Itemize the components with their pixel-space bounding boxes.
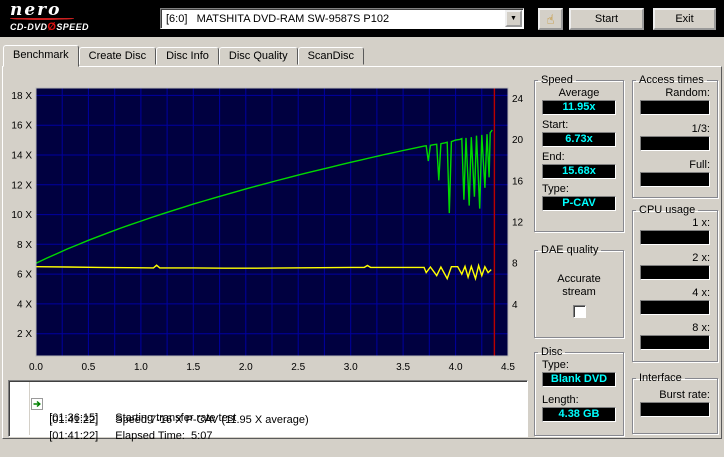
svg-text:4.0: 4.0 xyxy=(449,362,463,373)
burst-rate-label: Burst rate: xyxy=(659,389,710,401)
svg-text:24: 24 xyxy=(512,94,524,105)
nero-logo-subtitle: CD-DVDØSPEED xyxy=(10,21,89,33)
log-entry: [01:41:22] Speed:7-16 X P-CAV (11.95 X av… xyxy=(9,399,527,426)
end-speed-label: End: xyxy=(542,151,565,163)
drive-selector[interactable]: [6:0] MATSHITA DVD-RAM SW-9587S P102 ▼ xyxy=(160,8,524,29)
svg-text:4 X: 4 X xyxy=(17,299,32,310)
speed-type-value: P-CAV xyxy=(542,196,616,211)
svg-text:0.0: 0.0 xyxy=(29,362,43,373)
average-speed-value: 11.95x xyxy=(542,100,616,115)
svg-text:6 X: 6 X xyxy=(17,270,32,281)
svg-text:3.5: 3.5 xyxy=(396,362,410,373)
cpu-usage-panel-title: CPU usage xyxy=(639,204,696,216)
svg-text:12 X: 12 X xyxy=(11,180,32,191)
access-times-panel-title: Access times xyxy=(639,74,704,86)
disc-panel: Disc Type: Blank DVD Length: 4.38 GB xyxy=(534,346,624,436)
drive-selector-value: [6:0] MATSHITA DVD-RAM SW-9587S P102 xyxy=(166,12,390,25)
svg-text:10 X: 10 X xyxy=(11,210,32,221)
svg-text:1.5: 1.5 xyxy=(186,362,200,373)
nero-logo: nero CD-DVDØSPEED xyxy=(10,2,89,33)
nero-logo-text: nero xyxy=(10,0,62,20)
dae-quality-panel-title: DAE quality xyxy=(541,244,599,256)
interface-panel: Interface Burst rate: xyxy=(632,372,718,434)
cpu-usage-panel: CPU usage 1 x: 2 x: 4 x: 8 x: xyxy=(632,204,718,362)
exit-button[interactable]: Exit xyxy=(653,8,716,30)
access-times-panel: Access times Random: 1/3: Full: xyxy=(632,74,718,198)
benchmark-chart: 18 X 16 X 14 X 12 X 10 X 8 X 6 X 4 X 2 X 24 20 16 12… xyxy=(11,87,524,373)
svg-text:3.0: 3.0 xyxy=(344,362,358,373)
interface-panel-title: Interface xyxy=(639,372,682,384)
log-entry: [01:36:15] Starting transfer rate test xyxy=(9,383,527,424)
speed-panel: Speed Average 11.95x Start: 6.73x End: 1… xyxy=(534,74,624,232)
cpu-2x-label: 2 x: xyxy=(692,252,710,264)
hand-tool-button[interactable]: ☝ xyxy=(538,8,563,30)
svg-text:4.5: 4.5 xyxy=(501,362,515,373)
dae-quality-panel: DAE quality Accurate stream xyxy=(534,244,624,338)
svg-text:8 X: 8 X xyxy=(17,240,32,251)
svg-text:14 X: 14 X xyxy=(11,151,32,162)
tab-disc-quality[interactable]: Disc Quality xyxy=(218,47,298,65)
tab-create-disc[interactable]: Create Disc xyxy=(78,47,157,65)
random-access-value xyxy=(640,100,710,115)
random-access-label: Random: xyxy=(665,87,710,99)
svg-text:2 X: 2 X xyxy=(17,329,32,340)
svg-text:1.0: 1.0 xyxy=(134,362,148,373)
svg-text:2.0: 2.0 xyxy=(239,362,253,373)
disc-panel-title: Disc xyxy=(541,346,563,358)
cpu-1x-label: 1 x: xyxy=(692,217,710,229)
third-access-label: 1/3: xyxy=(691,123,710,135)
log-panel: [01:36:15] Starting transfer rate test [0… xyxy=(8,380,528,442)
start-speed-label: Start: xyxy=(542,119,569,131)
cpu-8x-label: 8 x: xyxy=(692,322,710,334)
full-access-value xyxy=(640,172,710,187)
tab-disc-info[interactable]: Disc Info xyxy=(156,47,219,65)
third-access-value xyxy=(640,136,710,151)
dropdown-arrow-icon[interactable]: ▼ xyxy=(505,10,522,27)
tab-scandisc[interactable]: ScanDisc xyxy=(297,47,365,65)
svg-text:2.5: 2.5 xyxy=(291,362,305,373)
burst-rate-value xyxy=(640,402,710,417)
svg-text:4: 4 xyxy=(512,300,518,311)
svg-text:0.5: 0.5 xyxy=(81,362,95,373)
test-start-icon xyxy=(13,384,44,410)
disc-type-value: Blank DVD xyxy=(542,372,616,387)
accurate-stream-label: Accurate stream xyxy=(557,273,601,298)
disc-length-label: Length: xyxy=(542,394,579,406)
cpu-4x-label: 4 x: xyxy=(692,287,710,299)
speed-type-label: Type: xyxy=(542,183,569,195)
cpu-1x-value xyxy=(640,230,710,245)
speed-panel-title: Speed xyxy=(541,74,573,86)
full-access-label: Full: xyxy=(689,159,710,171)
cpu-4x-value xyxy=(640,300,710,315)
svg-text:8: 8 xyxy=(512,259,518,270)
tab-strip: Benchmark Create Disc Disc Info Disc Qua… xyxy=(3,45,365,67)
cpu-8x-value xyxy=(640,335,710,350)
average-speed-label: Average xyxy=(558,87,600,99)
logo-speed-text: SPEED xyxy=(56,22,89,32)
accurate-stream-checkbox[interactable] xyxy=(572,305,586,318)
disc-length-value: 4.38 GB xyxy=(542,407,616,422)
svg-text:16: 16 xyxy=(512,176,524,187)
svg-text:20: 20 xyxy=(512,135,524,146)
pointing-hand-icon: ☝ xyxy=(546,11,555,27)
cpu-2x-value xyxy=(640,265,710,280)
svg-text:16 X: 16 X xyxy=(11,121,32,132)
end-speed-value: 15.68x xyxy=(542,164,616,179)
svg-text:12: 12 xyxy=(512,218,524,229)
log-entry-text: Elapsed Time: 5:07 xyxy=(115,430,213,442)
start-speed-value: 6.73x xyxy=(542,132,616,147)
disc-type-label: Type: xyxy=(542,359,569,371)
tab-benchmark[interactable]: Benchmark xyxy=(3,45,79,67)
title-bar: nero CD-DVDØSPEED [6:0] MATSHITA DVD-RAM… xyxy=(0,0,724,37)
svg-text:18 X: 18 X xyxy=(11,91,32,102)
logo-cddvd-text: CD-DVD xyxy=(10,22,48,32)
log-entry: [01:41:22] Elapsed Time: 5:07 xyxy=(9,415,527,442)
start-button[interactable]: Start xyxy=(569,8,644,30)
